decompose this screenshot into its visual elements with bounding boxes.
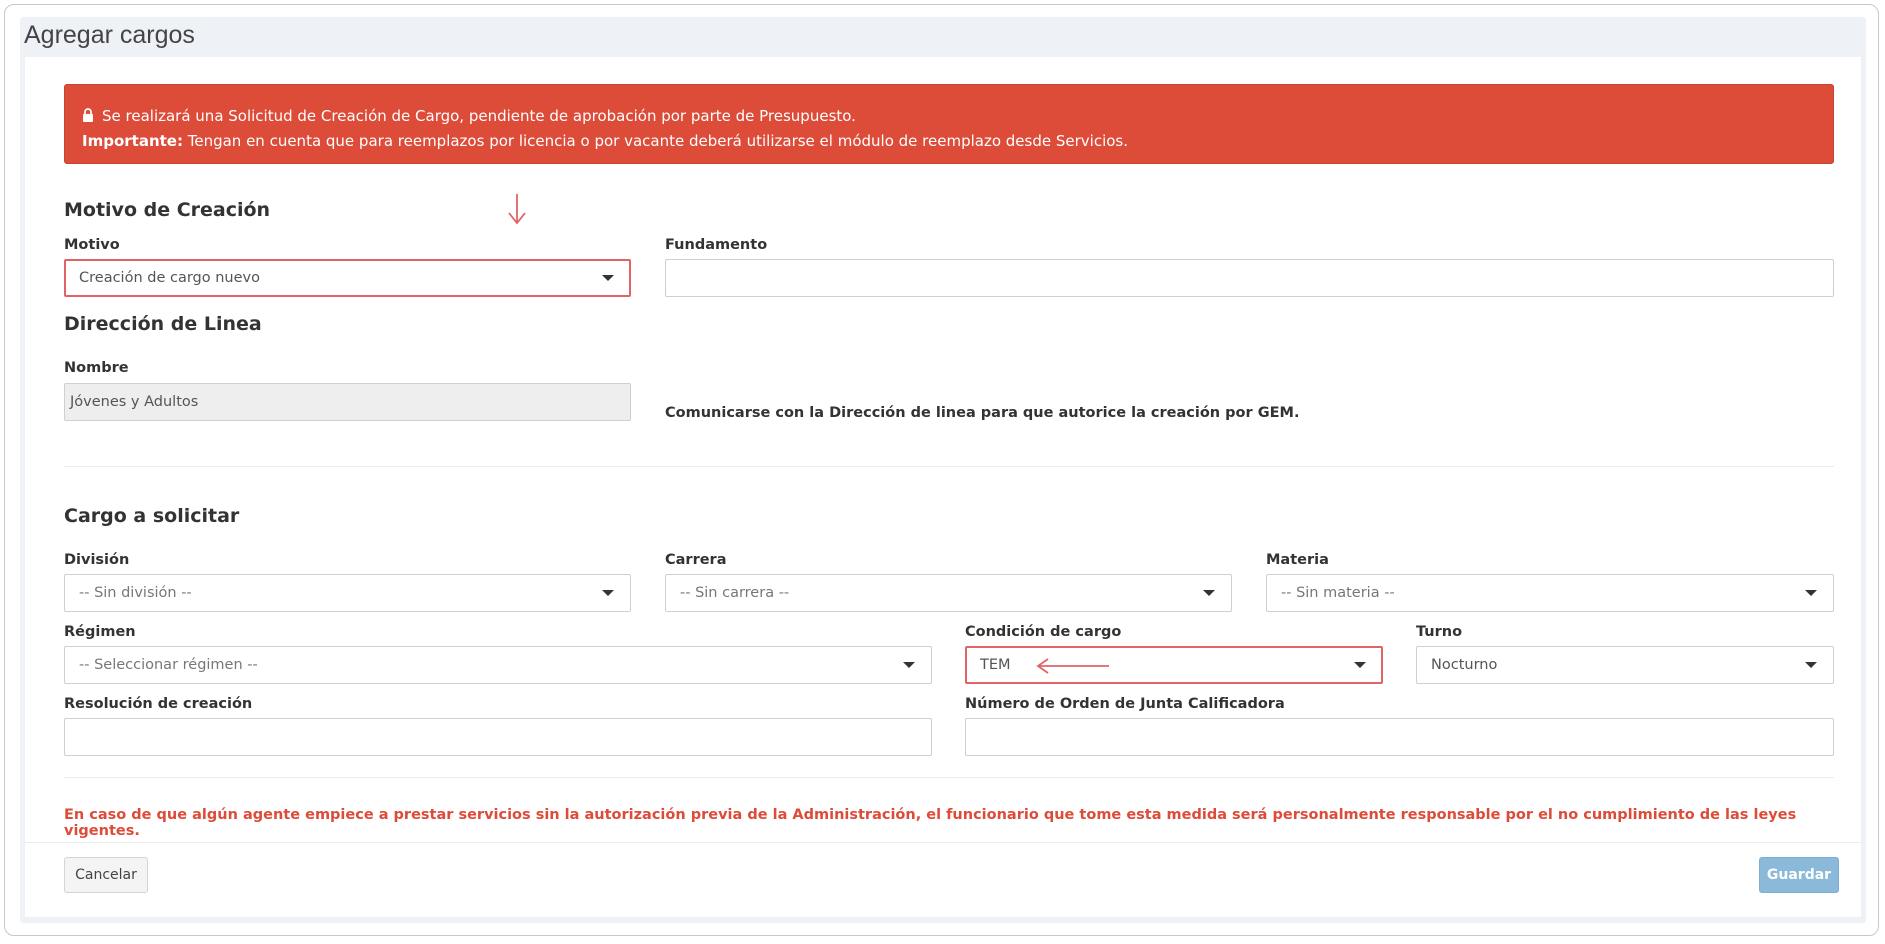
chevron-down-icon [903, 662, 915, 668]
form-card: Se realizará una Solicitud de Creación d… [25, 57, 1861, 917]
save-button[interactable]: Guardar [1759, 857, 1839, 893]
fundamento-label: Fundamento [665, 237, 768, 253]
chevron-down-icon [602, 590, 614, 596]
window-frame: Agregar cargos Se realizará una Solicitu… [4, 4, 1879, 936]
regimen-label: Régimen [64, 624, 136, 640]
condicion-select[interactable]: TEM [965, 646, 1383, 684]
cargo-heading: Cargo a solicitar [64, 505, 240, 527]
alert-line1: Se realizará una Solicitud de Creación d… [102, 107, 856, 125]
direccion-heading: Dirección de Linea [64, 313, 262, 335]
division-select[interactable]: -- Sin división -- [64, 574, 631, 612]
resolucion-input[interactable] [64, 718, 932, 756]
turno-label: Turno [1416, 624, 1463, 640]
condicion-label: Condición de cargo [965, 624, 1122, 640]
annotation-arrow-down [508, 194, 526, 225]
chevron-down-icon [1203, 590, 1215, 596]
divider [64, 466, 1834, 467]
motivo-label: Motivo [64, 237, 120, 253]
condicion-select-value: TEM [980, 657, 1011, 673]
carrera-select[interactable]: -- Sin carrera -- [665, 574, 1232, 612]
nombre-input: Jóvenes y Adultos [64, 383, 631, 421]
divider [64, 777, 1834, 778]
orden-label: Número de Orden de Junta Calificadora [965, 696, 1285, 712]
nombre-value: Jóvenes y Adultos [70, 394, 199, 410]
direccion-note: Comunicarse con la Dirección de linea pa… [665, 405, 1300, 421]
footer-divider [25, 842, 1861, 843]
materia-select[interactable]: -- Sin materia -- [1266, 574, 1834, 612]
annotation-arrow-left [1036, 658, 1109, 674]
chevron-down-icon [602, 275, 614, 281]
motivo-select-value: Creación de cargo nuevo [79, 270, 260, 286]
nombre-label: Nombre [64, 360, 129, 376]
alert-line2: Tengan en cuenta que para reemplazos por… [182, 132, 1128, 150]
lock-icon [82, 105, 96, 129]
orden-input[interactable] [965, 718, 1834, 756]
chevron-down-icon [1805, 662, 1817, 668]
page-title: Agregar cargos [24, 21, 195, 49]
turno-select[interactable]: Nocturno [1416, 646, 1834, 684]
materia-label: Materia [1266, 552, 1329, 568]
motivo-select[interactable]: Creación de cargo nuevo [64, 259, 631, 297]
motivo-heading: Motivo de Creación [64, 199, 271, 221]
content-panel: Agregar cargos Se realizará una Solicitu… [20, 17, 1866, 923]
cancel-button[interactable]: Cancelar [64, 857, 148, 893]
chevron-down-icon [1805, 590, 1817, 596]
resolucion-label: Resolución de creación [64, 696, 253, 712]
fundamento-input[interactable] [665, 259, 1834, 297]
responsibility-warning: En caso de que algún agente empiece a pr… [64, 807, 1797, 839]
alert-important-label: Importante: [82, 132, 183, 150]
regimen-select[interactable]: -- Seleccionar régimen -- [64, 646, 932, 684]
carrera-label: Carrera [665, 552, 727, 568]
chevron-down-icon [1354, 662, 1366, 668]
alert-banner: Se realizará una Solicitud de Creación d… [64, 84, 1834, 164]
division-label: División [64, 552, 130, 568]
